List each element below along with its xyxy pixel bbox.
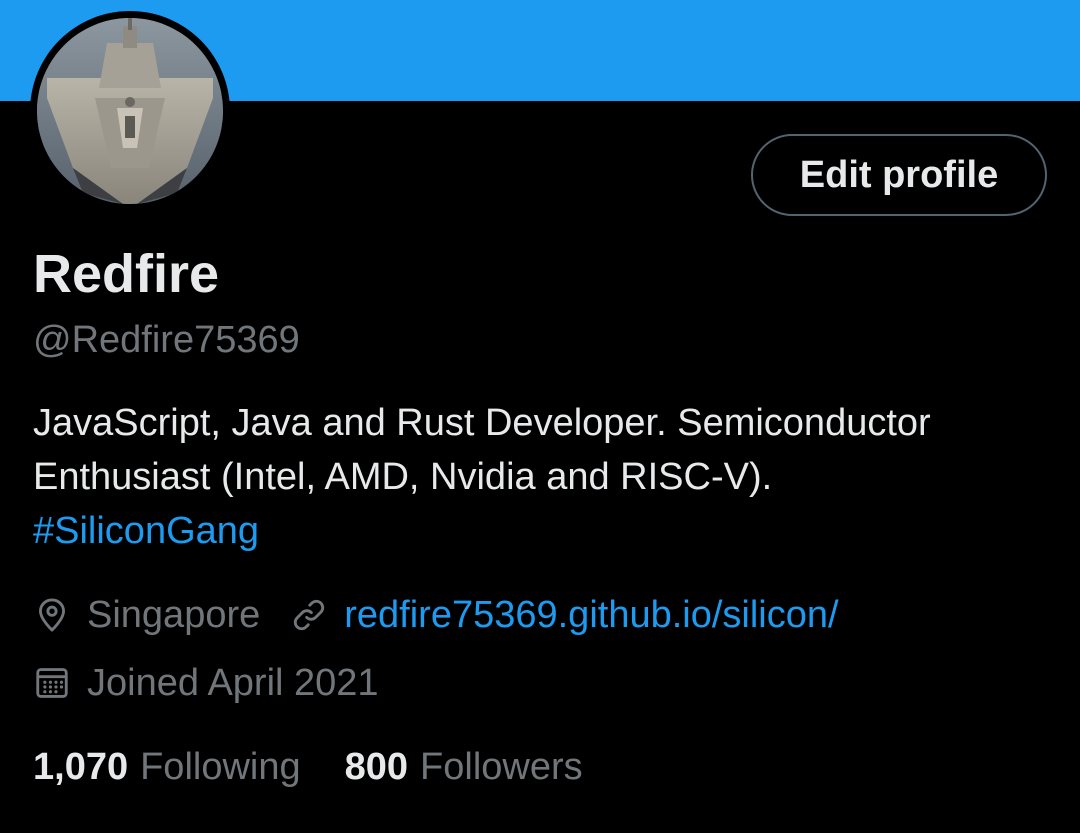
edit-profile-button[interactable]: Edit profile [751,134,1047,216]
calendar-icon [33,664,71,702]
profile-meta-joined: Joined April 2021 [33,659,379,707]
followers-label: Followers [420,746,583,788]
link-icon [290,596,328,634]
joined-date-text: Joined April 2021 [87,661,379,704]
ship-avatar-image [37,18,223,204]
bio-line: JavaScript, Java and Rust Developer. Sem… [33,402,931,444]
location-pin-icon [33,596,71,634]
avatar-ring [30,11,230,211]
website-link[interactable]: redfire75369.github.io/silicon/ [344,594,838,637]
following-stat[interactable]: 1,070 Following [33,743,301,791]
location-text: Singapore [87,593,261,636]
hashtag-link[interactable]: #SiliconGang [33,504,1063,558]
profile-bio: JavaScript, Java and Rust Developer. Sem… [33,396,1063,558]
followers-count: 800 [344,746,409,788]
avatar[interactable] [37,18,223,204]
profile-meta-location-website: Singapore redfire75369.github.io/silicon… [33,591,839,639]
followers-stat[interactable]: 800 Followers [345,743,583,791]
bio-line: Enthusiast (Intel, AMD, Nvidia and RISC-… [33,456,773,498]
follow-stats: 1,070 Following 800 Followers [33,743,583,791]
user-handle: @Redfire75369 [33,319,300,361]
profile-page: Edit profile Redfire @Redfire75369 JavaS… [0,0,1080,833]
following-label: Following [140,746,301,788]
following-count: 1,070 [33,746,129,788]
display-name: Redfire [33,244,220,304]
